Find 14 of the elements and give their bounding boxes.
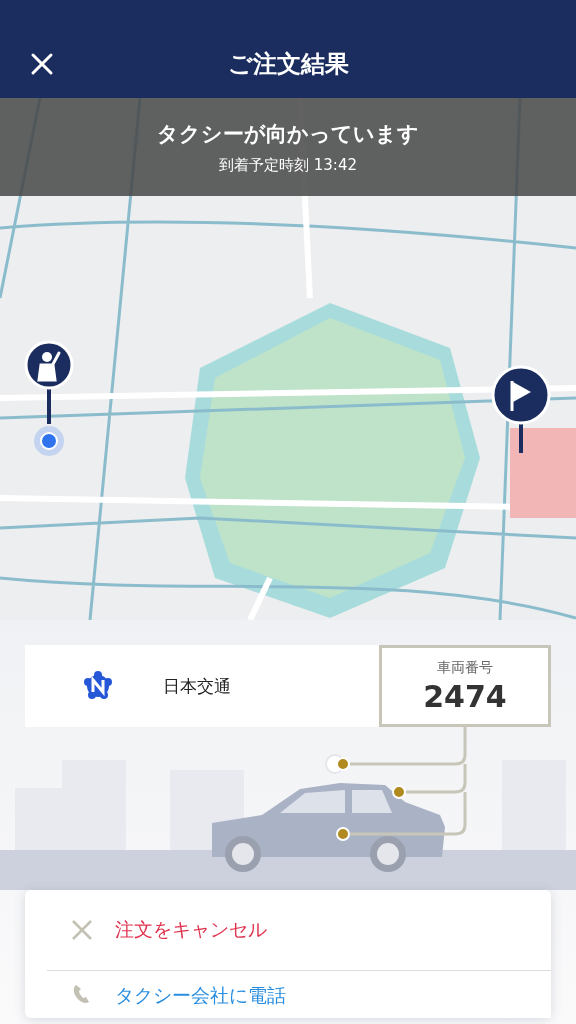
action-item[interactable]: 注文をキャンセル <box>25 890 551 970</box>
company-logo-icon <box>83 671 113 701</box>
vehicle-number: 2474 <box>423 678 507 714</box>
company-name: 日本交通 <box>163 674 231 698</box>
action-item[interactable]: タクシー会社に電話 <box>47 970 551 1018</box>
close-icon <box>30 52 54 76</box>
close-button[interactable] <box>30 52 54 76</box>
vehicle-number-label: 車両番号 <box>437 658 493 677</box>
header-title: ご注文結果 <box>227 49 349 80</box>
person-pin-icon[interactable] <box>24 340 74 424</box>
arrival-time: 到着予定時刻 13:42 <box>219 155 357 175</box>
status-title: タクシーが向かっています <box>157 120 419 148</box>
close-icon <box>71 919 93 941</box>
location-dot-icon <box>33 425 65 457</box>
